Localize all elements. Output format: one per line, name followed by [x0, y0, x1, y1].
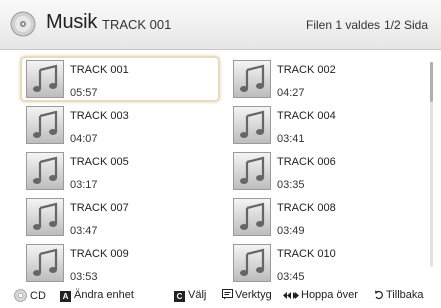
track-duration: 05:57 — [70, 87, 98, 99]
track-name: TRACK 004 — [277, 110, 336, 122]
track-tile[interactable]: TRACK 006 03:35 — [227, 148, 427, 194]
track-name: TRACK 010 — [277, 248, 336, 260]
track-duration: 03:49 — [277, 225, 305, 237]
dpad-icon — [14, 289, 27, 302]
track-name: TRACK 005 — [70, 156, 129, 168]
select-label: Välj — [188, 289, 207, 301]
track-duration: 04:27 — [277, 87, 305, 99]
cd-hint[interactable]: CD — [14, 289, 46, 302]
track-duration: 03:47 — [70, 225, 98, 237]
return-icon — [375, 290, 383, 300]
music-note-icon — [233, 198, 271, 236]
track-name: TRACK 006 — [277, 156, 336, 168]
track-name: TRACK 009 — [70, 248, 129, 260]
track-grid: TRACK 001 05:57 TRACK 002 04:27 TRACK 00… — [0, 50, 441, 283]
track-duration: 03:53 — [70, 271, 98, 283]
cd-label: CD — [30, 290, 46, 302]
music-note-icon — [26, 60, 64, 98]
track-name: TRACK 003 — [70, 110, 129, 122]
track-duration: 03:41 — [277, 133, 305, 145]
track-duration: 03:35 — [277, 179, 305, 191]
track-name: TRACK 002 — [277, 64, 336, 76]
track-tile[interactable]: TRACK 010 03:45 — [227, 240, 427, 286]
header-bar: Musik TRACK 001 Filen 1 valdes 1/2 Sida — [0, 0, 441, 50]
change-device-label: Ändra enhet — [74, 289, 134, 301]
track-tile[interactable]: TRACK 005 03:17 — [20, 148, 220, 194]
music-note-icon — [233, 106, 271, 144]
music-note-icon — [233, 244, 271, 282]
track-tile[interactable]: TRACK 009 03:53 — [20, 240, 220, 286]
a-key-icon: A — [60, 291, 71, 302]
track-duration: 04:07 — [70, 133, 98, 145]
music-note-icon — [26, 198, 64, 236]
track-tile[interactable]: TRACK 002 04:27 — [227, 56, 427, 102]
tools-hint[interactable]: Verktyg — [222, 289, 272, 301]
scrollbar[interactable] — [430, 62, 433, 267]
track-tile[interactable]: TRACK 008 03:49 — [227, 194, 427, 240]
footer-bar: CD A Ändra enhet C Välj Verktyg Hoppa över… — [0, 284, 441, 308]
current-track-title: TRACK 001 — [102, 17, 172, 32]
music-note-icon — [233, 152, 271, 190]
selection-status: Filen 1 valdes — [306, 18, 381, 32]
track-name: TRACK 001 — [70, 64, 129, 76]
track-tile[interactable]: TRACK 003 04:07 — [20, 102, 220, 148]
track-tile[interactable]: TRACK 001 05:57 — [20, 56, 220, 102]
music-note-icon — [233, 60, 271, 98]
page-indicator: 1/2 Sida — [384, 18, 429, 32]
page-title: Musik — [46, 11, 98, 33]
skip-label: Hoppa över — [301, 289, 358, 301]
c-key-icon: C — [174, 291, 185, 302]
track-tile[interactable]: TRACK 004 03:41 — [227, 102, 427, 148]
disc-icon — [10, 11, 36, 37]
music-note-icon — [26, 106, 64, 144]
track-duration: 03:17 — [70, 179, 98, 191]
change-device-hint[interactable]: A Ändra enhet — [60, 289, 134, 302]
track-duration: 03:45 — [277, 271, 305, 283]
skip-icon — [283, 292, 299, 299]
select-hint[interactable]: C Välj — [174, 289, 206, 302]
track-tile[interactable]: TRACK 007 03:47 — [20, 194, 220, 240]
back-label: Tillbaka — [386, 289, 424, 301]
tools-icon — [222, 289, 233, 300]
skip-hint[interactable]: Hoppa över — [283, 289, 358, 301]
music-note-icon — [26, 152, 64, 190]
scrollbar-thumb[interactable] — [430, 62, 433, 102]
tools-label: Verktyg — [235, 289, 272, 301]
track-name: TRACK 007 — [70, 202, 129, 214]
track-name: TRACK 008 — [277, 202, 336, 214]
music-note-icon — [26, 244, 64, 282]
back-hint[interactable]: Tillbaka — [374, 289, 424, 301]
